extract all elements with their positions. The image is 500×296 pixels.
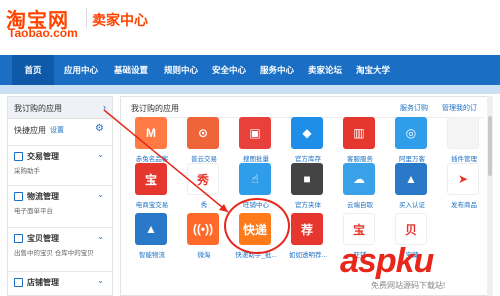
nav-seller-forum[interactable]: 卖家论坛 bbox=[302, 55, 348, 85]
app-icon: M bbox=[135, 117, 167, 149]
truck-icon bbox=[14, 192, 23, 201]
app-icon: ⊙ bbox=[187, 117, 219, 149]
group-title: 物流管理 bbox=[27, 192, 59, 201]
group-link[interactable]: 出售中的宝贝 仓库中的宝贝 bbox=[14, 247, 94, 257]
app-label: 如如透明荐... bbox=[289, 252, 327, 259]
app-icon: ((•)) bbox=[187, 213, 219, 245]
group-link[interactable]: 采购助手 bbox=[14, 165, 40, 175]
sidebar: 我订购的应用 › 快捷应用 设置 ⚙ 交易管理 ⌄ 采购助手 物流管理 ⌄ 电子… bbox=[7, 96, 113, 296]
sidebar-group-items[interactable]: 宝贝管理 ⌄ 出售中的宝贝 仓库中的宝贝 bbox=[8, 227, 112, 265]
app-label: 电商宝交易 bbox=[135, 202, 169, 209]
group-title: 交易管理 bbox=[27, 152, 59, 161]
nav-security-center[interactable]: 安全中心 bbox=[206, 55, 252, 85]
scrollbar[interactable] bbox=[487, 96, 493, 296]
app-icon: ➤ bbox=[447, 163, 479, 195]
quick-apps-settings-link[interactable]: 设置 bbox=[50, 125, 64, 135]
nav-strip bbox=[0, 85, 500, 94]
panel-title: 我订购的应用 bbox=[131, 104, 179, 113]
app-icon: ▲ bbox=[135, 213, 167, 245]
group-title: 宝贝管理 bbox=[27, 234, 59, 243]
app-label: 官方夹体 bbox=[295, 202, 321, 209]
nav-rules-center[interactable]: 规则中心 bbox=[158, 55, 204, 85]
trade-icon bbox=[14, 152, 23, 161]
app-label: 搜图批量 bbox=[243, 156, 269, 163]
app-label: 微淘 bbox=[197, 252, 211, 259]
service-order-link[interactable]: 服务订购 bbox=[400, 103, 428, 113]
shop-icon bbox=[14, 278, 23, 287]
logo-divider bbox=[86, 8, 87, 28]
app-label: 赤兔名品客 bbox=[135, 156, 169, 163]
chevron-right-icon: › bbox=[103, 102, 106, 112]
chevron-down-icon: ⌄ bbox=[97, 232, 104, 241]
gear-icon[interactable]: ⚙ bbox=[95, 123, 104, 134]
app-icon: 宝 bbox=[135, 163, 167, 195]
watermark: aspku bbox=[340, 242, 434, 280]
chevron-down-icon: ⌄ bbox=[97, 276, 104, 285]
chevron-down-icon: ⌄ bbox=[97, 190, 104, 199]
sidebar-group-logistics[interactable]: 物流管理 ⌄ 电子面单平台 bbox=[8, 185, 112, 223]
app-icon: ☝ bbox=[239, 163, 271, 195]
app-label: 插件管理 bbox=[451, 156, 477, 163]
group-title: 店铺管理 bbox=[27, 278, 59, 287]
nav-home[interactable]: 首页 bbox=[12, 55, 54, 85]
quick-apps-label: 快捷应用 bbox=[14, 126, 46, 135]
group-link[interactable]: 电子面单平台 bbox=[14, 205, 53, 215]
app-icon: 贝 bbox=[395, 213, 427, 245]
page: 淘宝网 Taobao.com 卖家中心 首页 应用中心 基础设置 规则中心 安全… bbox=[0, 0, 500, 296]
app-label: 买入认证 bbox=[399, 202, 425, 209]
watermark-subtitle: 免费网站源码下载站! bbox=[371, 281, 446, 290]
nav-app-center[interactable]: 应用中心 bbox=[58, 55, 104, 85]
app-icon: 荐 bbox=[291, 213, 323, 245]
app-label: 发布商品 bbox=[451, 202, 477, 209]
app-icon: ■ bbox=[291, 163, 323, 195]
header: 淘宝网 Taobao.com 卖家中心 bbox=[0, 0, 500, 52]
quick-apps: 快捷应用 设置 ⚙ bbox=[8, 123, 112, 139]
taobao-logo-sub: Taobao.com bbox=[8, 26, 78, 40]
app-label: 云端自取 bbox=[347, 202, 373, 209]
nav-taobao-university[interactable]: 淘宝大学 bbox=[350, 55, 396, 85]
chevron-down-icon: ⌄ bbox=[97, 150, 104, 159]
app-icon: ☁ bbox=[343, 163, 375, 195]
main-nav: 首页 应用中心 基础设置 规则中心 安全中心 服务中心 卖家论坛 淘宝大学 bbox=[0, 55, 500, 85]
nav-basic-settings[interactable]: 基础设置 bbox=[108, 55, 154, 85]
annotation-circle bbox=[224, 198, 290, 254]
app-label: 客服服务 bbox=[347, 156, 373, 163]
app-icon: ◎ bbox=[395, 117, 427, 149]
sidebar-group-shop[interactable]: 店铺管理 ⌄ bbox=[8, 271, 112, 295]
sidebar-my-apps[interactable]: 我订购的应用 › bbox=[8, 97, 112, 119]
app-icon bbox=[447, 117, 479, 149]
app-icon: 宝 bbox=[343, 213, 375, 245]
my-apps-panel: 我订购的应用 服务订购 管理我的订 M 赤兔名品客 ⊙ 普云交易 ▣ 搜图批量 ◆ 官方库存 ▥… bbox=[120, 96, 493, 296]
scrollbar-thumb[interactable] bbox=[488, 116, 492, 176]
app-label: 阿里万客 bbox=[399, 156, 425, 163]
sidebar-group-trade[interactable]: 交易管理 ⌄ 采购助手 bbox=[8, 145, 112, 183]
app-label: 普云交易 bbox=[191, 156, 217, 163]
app-icon: ▣ bbox=[239, 117, 271, 149]
app-label: 智能物流 bbox=[139, 252, 165, 259]
app-icon: ▥ bbox=[343, 117, 375, 149]
app-icon: ▲ bbox=[395, 163, 427, 195]
app-label: 秀 bbox=[200, 202, 208, 209]
app-icon: ◆ bbox=[291, 117, 323, 149]
my-apps-label: 我订购的应用 bbox=[14, 104, 62, 113]
seller-center-title: 卖家中心 bbox=[92, 12, 148, 28]
manage-orders-link[interactable]: 管理我的订 bbox=[442, 103, 477, 113]
nav-service-center[interactable]: 服务中心 bbox=[254, 55, 300, 85]
item-icon bbox=[14, 234, 23, 243]
app-label: 官方库存 bbox=[295, 156, 321, 163]
app-icon: 秀 bbox=[187, 163, 219, 195]
